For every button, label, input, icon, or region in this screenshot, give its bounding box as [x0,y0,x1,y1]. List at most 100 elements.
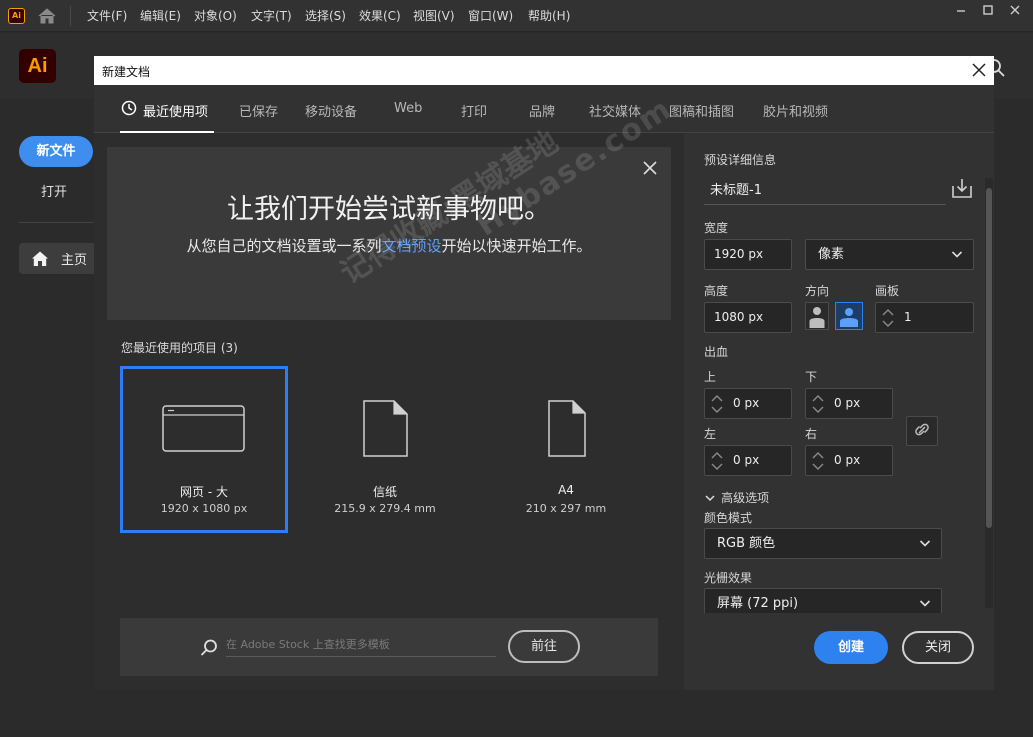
stepper-arrows-icon[interactable] [708,392,726,416]
preset-details-panel: 预设详细信息 未标题-1 宽度 1920 px 像素 高度 1080 px 方向… [684,133,994,690]
document-name-field[interactable]: 未标题-1 [704,177,946,205]
tab-mobile[interactable]: 移动设备 [305,101,357,120]
search-icon [200,639,218,657]
bleed-left-label: 左 [704,427,717,441]
bleed-bottom-value: 0 px [834,396,861,410]
menu-type[interactable]: 文字(T) [251,0,292,32]
width-field[interactable]: 1920 px [704,239,792,270]
recent-item-name: 信纸 [372,485,397,499]
portrait-icon[interactable] [805,302,829,330]
chevron-down-icon [919,538,931,548]
color-mode-value: RGB 颜色 [717,536,776,551]
recent-item-name: A4 [558,483,574,497]
stepper-arrows-icon[interactable] [879,306,897,330]
minimize-icon[interactable] [948,0,974,26]
close-button[interactable]: 关闭 [902,631,974,664]
page-document-icon [482,400,650,458]
unit-dropdown[interactable]: 像素 [805,239,974,270]
dialog-titlebar: 新建文档 [94,56,994,85]
raster-effects-label: 光栅效果 [704,571,753,585]
menu-select[interactable]: 选择(S) [305,0,346,32]
create-button[interactable]: 创建 [814,631,888,664]
artboards-stepper[interactable]: 1 [875,302,974,333]
chevron-down-icon [919,598,931,608]
menu-edit[interactable]: 编辑(E) [140,0,181,32]
nav-divider [19,222,93,223]
window-close-icon[interactable] [1002,0,1028,26]
recent-item-size: 1920 x 1080 px [160,502,248,515]
recent-item-letter[interactable]: 信纸 215.9 x 279.4 mm [301,366,469,533]
artboards-value: 1 [904,310,912,324]
bleed-right-value: 0 px [834,453,861,467]
menu-effect[interactable]: 效果(C) [359,0,401,32]
tab-web[interactable]: Web [394,101,422,116]
recent-item-size: 215.9 x 279.4 mm [334,502,436,515]
page-document-icon [301,400,469,458]
orientation-label: 方向 [805,284,830,298]
raster-effects-clip: 屏幕 (72 ppi) [704,588,942,613]
sidebar-item-label: 主页 [61,253,88,268]
go-button[interactable]: 前往 [508,630,580,663]
web-document-icon [123,405,285,453]
bleed-left-value: 0 px [733,453,760,467]
raster-effects-dropdown[interactable]: 屏幕 (72 ppi) [704,588,942,613]
bleed-top-stepper[interactable]: 0 px [704,388,792,419]
stepper-arrows-icon[interactable] [809,392,827,416]
preset-section-title: 预设详细信息 [704,153,777,167]
menu-help[interactable]: 帮助(H) [528,0,570,32]
tab-film[interactable]: 胶片和视频 [763,101,828,120]
unit-value: 像素 [818,247,845,262]
recent-item-name: 网页 - 大 [180,485,228,499]
raster-effects-value: 屏幕 (72 ppi) [717,596,799,611]
advanced-options-label: 高级选项 [721,491,770,505]
width-label: 宽度 [704,221,729,235]
banner-close-icon[interactable] [643,161,657,175]
bleed-right-stepper[interactable]: 0 px [805,445,893,476]
bleed-bottom-stepper[interactable]: 0 px [805,388,893,419]
menu-divider [70,6,71,26]
maximize-icon[interactable] [975,0,1001,26]
menu-view[interactable]: 视图(V) [413,0,455,32]
chevron-down-icon [951,249,963,259]
scrollbar-thumb[interactable] [986,188,992,528]
app-logo: Ai [19,49,56,83]
clock-icon [121,100,137,116]
landscape-icon[interactable] [835,302,863,330]
new-file-button[interactable]: 新文件 [19,136,93,167]
stepper-arrows-icon[interactable] [708,449,726,473]
bleed-right-label: 右 [805,427,818,441]
bleed-top-value: 0 px [733,396,760,410]
chevron-down-icon [704,493,716,503]
tab-saved[interactable]: 已保存 [239,101,278,120]
recent-item-size: 210 x 297 mm [525,502,607,515]
tab-recent[interactable]: 最近使用项 [143,101,208,120]
stock-search-input[interactable] [226,632,496,657]
color-mode-label: 颜色模式 [704,511,753,525]
bleed-left-stepper[interactable]: 0 px [704,445,792,476]
height-field[interactable]: 1080 px [704,302,792,333]
menu-object[interactable]: 对象(O) [194,0,237,32]
bleed-top-label: 上 [704,370,717,384]
color-mode-dropdown[interactable]: RGB 颜色 [704,528,942,559]
save-preset-icon[interactable] [951,177,973,199]
menu-bar: Ai 文件(F) 编辑(E) 对象(O) 文字(T) 选择(S) 效果(C) 视… [0,0,1033,32]
recent-items-title: 您最近使用的项目 (3) [121,341,238,355]
sidebar-item-home[interactable]: 主页 [19,243,97,274]
dialog-title: 新建文档 [102,65,151,79]
recent-item-web-large[interactable]: 网页 - 大 1920 x 1080 px [120,366,288,533]
dialog-close-icon[interactable] [970,61,988,79]
home-icon[interactable] [37,7,57,25]
app-badge-icon[interactable]: Ai [8,8,25,24]
home-nav-icon [31,250,49,267]
tab-print[interactable]: 打印 [461,101,487,120]
menu-window[interactable]: 窗口(W) [468,0,513,32]
bleed-bottom-label: 下 [805,370,818,384]
open-button[interactable]: 打开 [41,181,67,200]
recent-item-a4[interactable]: A4 210 x 297 mm [482,366,650,533]
advanced-options-toggle[interactable]: 高级选项 [704,487,769,506]
link-bleed-icon[interactable] [906,416,938,446]
height-label: 高度 [704,284,729,298]
preset-scrollbar[interactable] [985,178,993,608]
stepper-arrows-icon[interactable] [809,449,827,473]
menu-file[interactable]: 文件(F) [87,0,127,32]
